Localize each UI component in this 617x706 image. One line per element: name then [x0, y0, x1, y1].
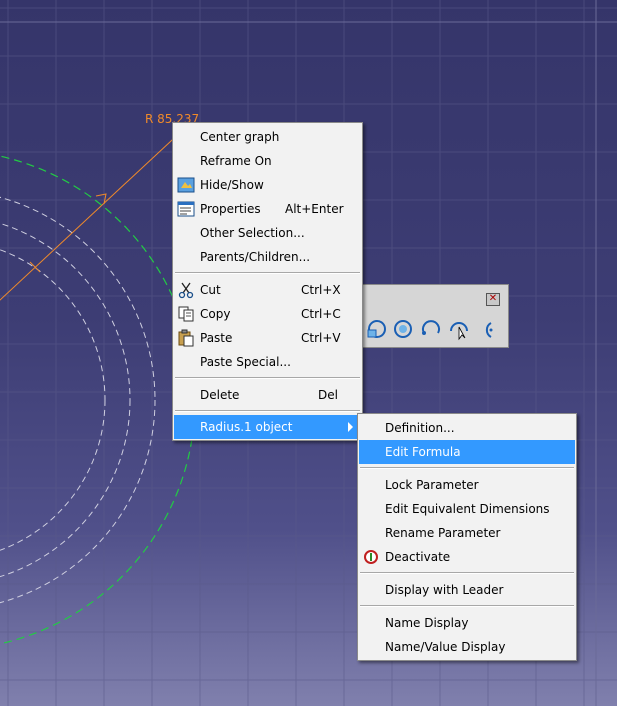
scissors-icon	[178, 282, 194, 299]
menu-item-hide-show[interactable]: Hide/Show	[174, 173, 361, 197]
menu-separator	[360, 605, 574, 607]
submenu-arrow-icon	[348, 422, 353, 432]
menu-item-label: Lock Parameter	[385, 478, 479, 492]
menu-item-reframe-on[interactable]: Reframe On	[174, 149, 361, 173]
menu-item-copy[interactable]: Copy Ctrl+C	[174, 302, 361, 326]
menu-item-label: Hide/Show	[200, 178, 264, 192]
menu-item-edit-formula[interactable]: Edit Formula	[359, 440, 575, 464]
menu-item-center-graph[interactable]: Center graph	[174, 125, 361, 149]
menu-item-label: Reframe On	[200, 154, 272, 168]
menu-item-name-display[interactable]: Name Display	[359, 611, 575, 635]
arc-tool-icon[interactable]	[419, 317, 443, 341]
menu-item-definition[interactable]: Definition...	[359, 416, 575, 440]
menu-item-label: Edit Formula	[385, 445, 461, 459]
radius-object-submenu: Definition... Edit Formula Lock Paramete…	[357, 413, 577, 661]
arc-toolbar: ✕	[362, 284, 509, 348]
menu-separator	[360, 467, 574, 469]
menu-item-shortcut: Ctrl+V	[301, 331, 341, 345]
radius-dimension-line[interactable]	[0, 127, 186, 310]
paste-icon	[178, 329, 194, 347]
context-menu: Center graph Reframe On Hide/Show Proper…	[172, 122, 363, 441]
menu-item-shortcut: Alt+Enter	[285, 202, 344, 216]
menu-item-label: Rename Parameter	[385, 526, 501, 540]
menu-item-shortcut: Ctrl+C	[301, 307, 341, 321]
menu-item-properties[interactable]: Properties Alt+Enter	[174, 197, 361, 221]
deactivate-icon	[364, 550, 378, 564]
properties-icon	[177, 201, 195, 217]
menu-item-edit-equivalent-dimensions[interactable]: Edit Equivalent Dimensions	[359, 497, 575, 521]
menu-separator	[360, 572, 574, 574]
menu-item-lock-parameter[interactable]: Lock Parameter	[359, 473, 575, 497]
menu-item-label: Cut	[200, 283, 221, 297]
menu-item-display-with-leader[interactable]: Display with Leader	[359, 578, 575, 602]
menu-item-delete[interactable]: Delete Del	[174, 383, 361, 407]
menu-item-label: Definition...	[385, 421, 455, 435]
menu-item-deactivate[interactable]: Deactivate	[359, 545, 575, 569]
construction-arc[interactable]	[0, 150, 196, 650]
menu-separator	[175, 410, 360, 412]
menu-item-shortcut: Del	[318, 388, 338, 402]
arc-limits-tool-icon[interactable]	[475, 317, 499, 341]
menu-item-label: Copy	[200, 307, 231, 321]
menu-item-label: Parents/Children...	[200, 250, 311, 264]
close-icon[interactable]: ✕	[486, 293, 500, 306]
menu-item-label: Display with Leader	[385, 583, 504, 597]
menu-item-label: Properties	[200, 202, 261, 216]
menu-item-label: Name Display	[385, 616, 469, 630]
menu-item-name-value-display[interactable]: Name/Value Display	[359, 635, 575, 659]
sketch-arcs	[0, 196, 156, 604]
circle-center-tool-icon[interactable]	[391, 317, 415, 341]
menu-item-parents-children[interactable]: Parents/Children...	[174, 245, 361, 269]
menu-item-label: Paste	[200, 331, 233, 345]
menu-item-label: Delete	[200, 388, 240, 402]
menu-item-other-selection[interactable]: Other Selection...	[174, 221, 361, 245]
hide-show-icon	[177, 177, 195, 193]
menu-item-label: Deactivate	[385, 550, 451, 564]
copy-icon	[178, 306, 194, 322]
menu-item-paste[interactable]: Paste Ctrl+V	[174, 326, 361, 350]
menu-item-label: Edit Equivalent Dimensions	[385, 502, 550, 516]
menu-separator	[175, 272, 360, 274]
menu-item-label: Other Selection...	[200, 226, 305, 240]
menu-item-shortcut: Ctrl+X	[301, 283, 341, 297]
menu-item-label: Radius.1 object	[200, 420, 293, 434]
menu-separator	[175, 377, 360, 379]
menu-item-rename-parameter[interactable]: Rename Parameter	[359, 521, 575, 545]
menu-item-label: Center graph	[200, 130, 280, 144]
menu-item-label: Name/Value Display	[385, 640, 506, 654]
menu-item-cut[interactable]: Cut Ctrl+X	[174, 278, 361, 302]
menu-item-radius-object[interactable]: Radius.1 object	[174, 415, 361, 439]
menu-item-paste-special[interactable]: Paste Special...	[174, 350, 361, 374]
three-point-arc-icon[interactable]	[447, 317, 471, 341]
menu-item-label: Paste Special...	[200, 355, 291, 369]
circle-tool-icon[interactable]	[365, 317, 389, 341]
